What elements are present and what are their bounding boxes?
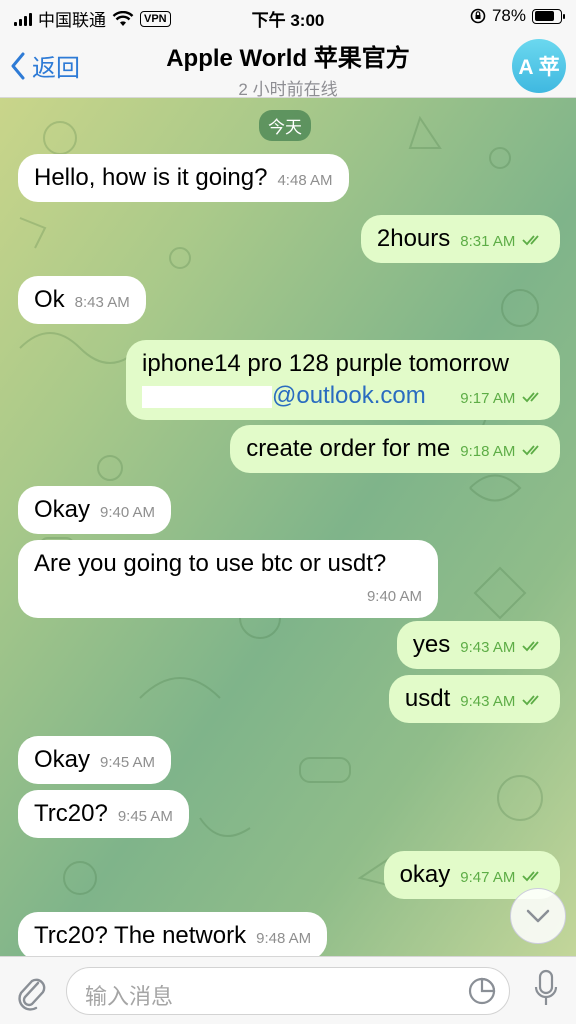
message-composer: 输入消息 [0, 956, 576, 1024]
battery-icon [532, 8, 565, 24]
message-text: Trc20? The network [34, 922, 247, 949]
scroll-to-bottom-button[interactable] [510, 888, 566, 944]
message-time: 9:43 AM [460, 639, 516, 656]
chat-area[interactable]: 今天 Hello, how is it going? 4:48 AM 2hours… [0, 98, 576, 956]
message-text: Are you going to use btc or usdt? [34, 550, 387, 577]
last-seen-status: 2 小时前在线 [238, 80, 338, 99]
chevron-down-icon [526, 909, 550, 923]
date-divider: 今天 [259, 110, 311, 141]
sticker-icon[interactable] [467, 976, 497, 1006]
message-time: 9:18 AM [460, 443, 516, 460]
message-text: yes [412, 631, 451, 658]
message-time: 9:40 AM [100, 504, 156, 521]
battery-fill [534, 11, 554, 21]
message-text: Trc20? [34, 800, 108, 827]
redacted-block [142, 385, 272, 408]
message-time: 9:43 AM [460, 693, 516, 710]
message-outgoing[interactable]: create order for me 9:18 AM [230, 425, 560, 473]
read-ticks-icon [522, 445, 539, 455]
message-text: Okay [34, 746, 91, 773]
message-time: 4:48 AM [277, 172, 333, 189]
rotation-lock-icon [470, 8, 486, 24]
message-outgoing[interactable]: 2hours 8:31 AM [360, 215, 560, 263]
message-outgoing[interactable]: yes 9:43 AM [396, 621, 560, 669]
read-ticks-icon [522, 641, 539, 651]
message-input[interactable]: 输入消息 [66, 967, 510, 1015]
message-incoming[interactable]: Are you going to use btc or usdt? 9:40 A… [18, 540, 438, 618]
message-incoming[interactable]: Trc20? 9:45 AM [18, 790, 189, 838]
message-text: Ok [34, 286, 65, 313]
paperclip-icon[interactable] [14, 971, 48, 1011]
message-text: usdt [404, 685, 451, 712]
message-text: create order for me [246, 435, 451, 462]
back-button[interactable]: 返回 [10, 48, 80, 83]
microphone-icon[interactable] [534, 969, 558, 1009]
chat-header: 返回 Apple World 苹果官方 2 小时前在线 A 苹 [0, 34, 576, 100]
message-incoming[interactable]: Trc20? The network 9:48 AM [18, 912, 328, 956]
message-time: 9:45 AM [100, 754, 156, 771]
email-link[interactable]: @outlook.com [272, 382, 426, 409]
message-outgoing[interactable]: usdt 9:43 AM [388, 675, 560, 723]
message-time: 9:48 AM [256, 930, 312, 947]
chevron-left-icon [11, 52, 25, 79]
message-outgoing[interactable]: iphone14 pro 128 purple tomorrow @outloo… [126, 340, 560, 420]
message-incoming[interactable]: Hello, how is it going? 4:48 AM [18, 154, 349, 202]
avatar[interactable]: A 苹 [512, 39, 566, 93]
message-time: 8:31 AM [460, 233, 516, 250]
status-bar: 中国联通 VPN 下午 3:00 78% [0, 0, 576, 34]
battery-percent: 78% [491, 6, 526, 25]
message-incoming[interactable]: Ok 8:43 AM [18, 276, 146, 324]
message-time: 9:47 AM [460, 869, 516, 886]
message-text: Okay [34, 496, 91, 523]
message-time: 9:45 AM [117, 808, 173, 825]
message-incoming[interactable]: Okay 9:45 AM [18, 736, 172, 784]
chat-title-area[interactable]: Apple World 苹果官方 2 小时前在线 [120, 38, 456, 100]
message-text: iphone14 pro 128 purple tomorrow [142, 350, 509, 377]
message-input-placeholder: 输入消息 [85, 984, 174, 1009]
chat-title: Apple World 苹果官方 [166, 45, 410, 72]
message-text: Hello, how is it going? [34, 164, 268, 191]
message-time: 8:43 AM [74, 294, 130, 311]
message-text: 2hours [376, 225, 451, 252]
message-incoming[interactable]: Okay 9:40 AM [18, 486, 172, 534]
message-time: 9:40 AM [366, 588, 422, 605]
message-time: 9:17 AM [460, 390, 516, 407]
read-ticks-icon [522, 695, 539, 705]
read-ticks-icon [522, 392, 539, 402]
read-ticks-icon [522, 235, 539, 245]
message-text: okay [399, 861, 451, 888]
back-label: 返回 [32, 55, 80, 82]
read-ticks-icon [522, 871, 539, 881]
